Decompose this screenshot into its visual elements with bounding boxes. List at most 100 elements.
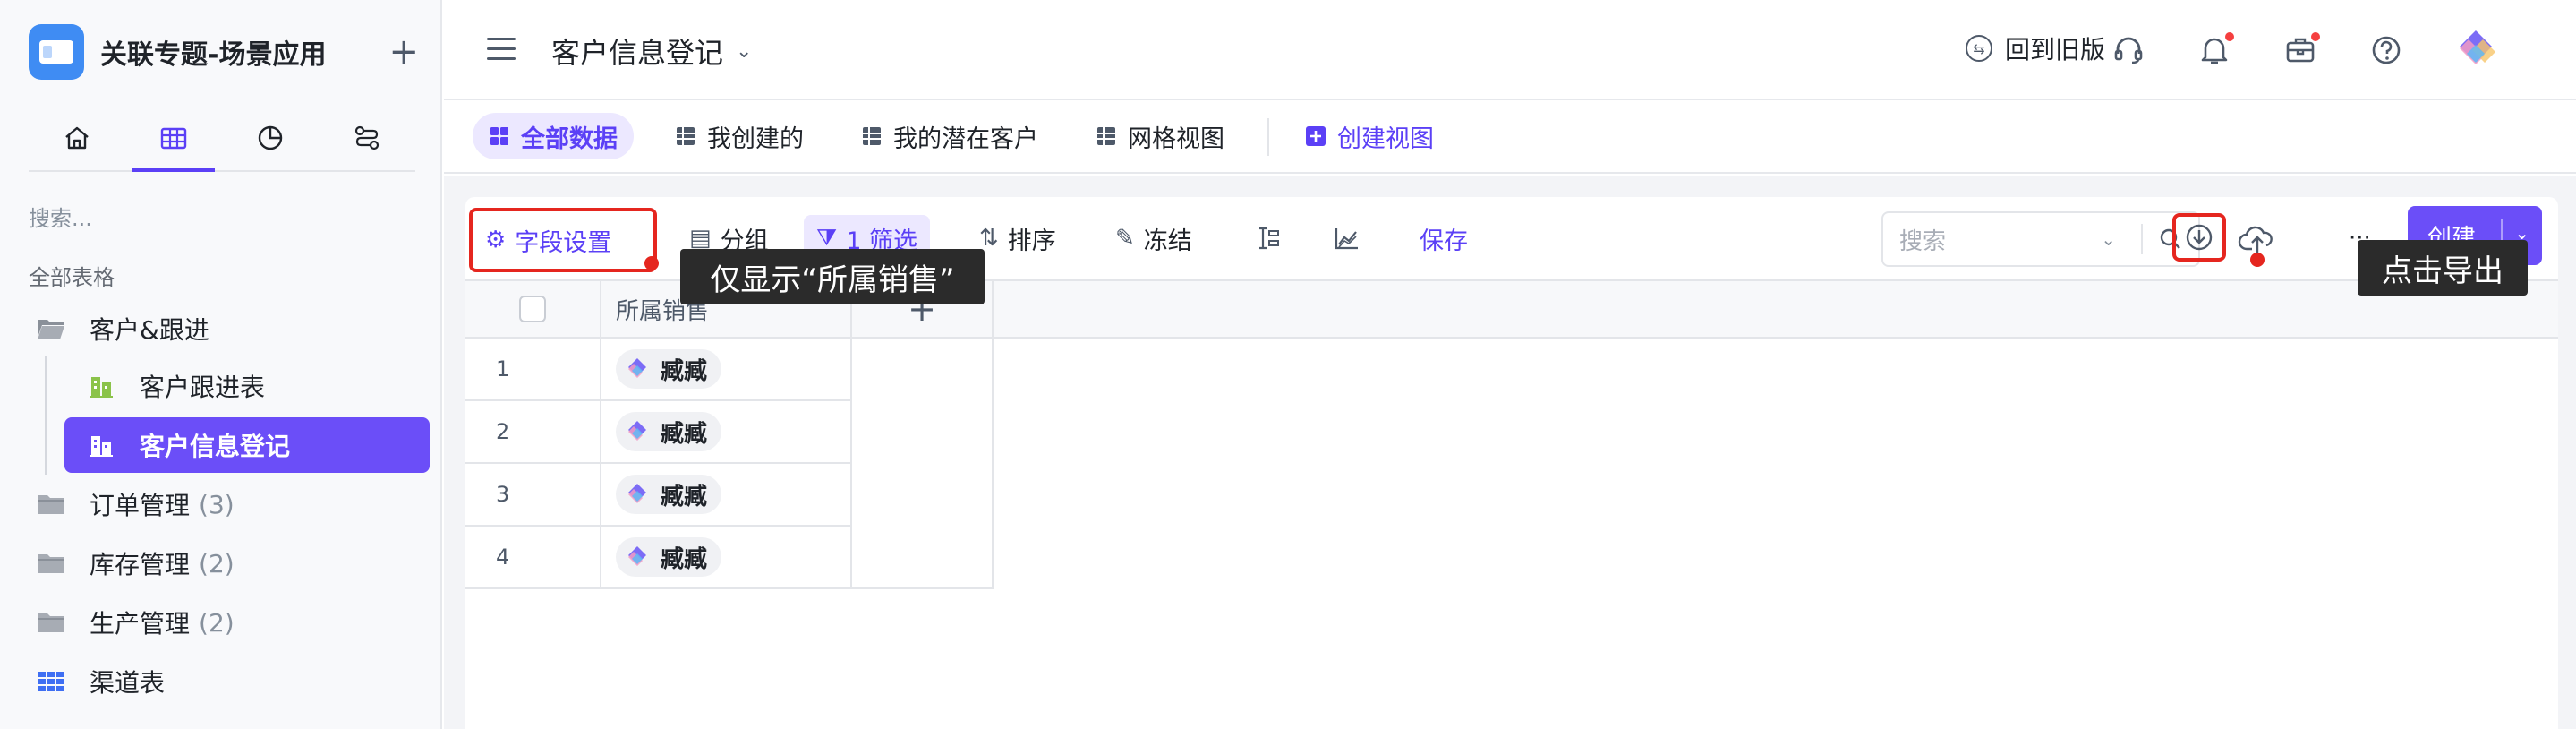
sidebar-item-label: 订单管理 — [90, 491, 191, 520]
tab-label: 全部数据 — [521, 124, 618, 153]
table-cell[interactable]: 臧臧 — [601, 401, 852, 464]
user-avatar-icon — [628, 546, 646, 566]
grid-table-icon — [36, 669, 66, 694]
annotation-dot — [2250, 253, 2265, 267]
tab-home[interactable] — [29, 106, 125, 170]
top-bar: 客户信息登记 ⌄ ⇆ 回到旧版 — [444, 0, 2576, 100]
notification-dot — [2311, 32, 2320, 41]
table-row[interactable]: 4 — [465, 527, 601, 589]
table-row[interactable]: 3 — [465, 464, 601, 527]
empty-add-column-area — [852, 339, 994, 589]
tab-my-created[interactable]: 我创建的 — [659, 113, 820, 159]
switch-icon: ⇆ — [1966, 35, 1992, 62]
row-number: 1 — [496, 356, 510, 382]
sidebar-item-customer-followup-folder[interactable]: 客户&跟进 — [36, 301, 209, 356]
chart-button[interactable] — [1321, 215, 1373, 262]
user-chip[interactable]: 臧臧 — [616, 412, 722, 451]
field-settings-label: 字段设置 — [515, 228, 612, 257]
create-view-label: 创建视图 — [1337, 124, 1434, 153]
back-to-old-version-button[interactable]: ⇆ 回到旧版 — [1966, 30, 2105, 66]
select-all-cell — [465, 279, 601, 339]
folder-open-icon — [36, 316, 66, 341]
sidebar-search-input[interactable]: 搜索... — [29, 201, 92, 232]
sidebar-item-label: 客户跟进表 — [140, 373, 266, 402]
sidebar: 关联专题-场景应用 + 搜索... 全部表格 客户&跟进 客户跟进表 客户信息登… — [0, 0, 442, 729]
page-title: 客户信息登记 — [551, 36, 724, 70]
sidebar-item-label: 渠道表 — [90, 668, 166, 698]
tab-my-potential-customers[interactable]: 我的潜在客户 — [845, 113, 1054, 159]
field-settings-button[interactable]: ⚙ 字段设置 — [469, 208, 657, 272]
tab-tables[interactable] — [125, 106, 222, 172]
view-tabs: 全部数据 我创建的 我的潜在客户 网格视图 创建视图 — [444, 100, 2576, 174]
tab-all-data[interactable]: 全部数据 — [473, 113, 634, 159]
user-name: 臧臧 — [661, 420, 708, 448]
freeze-button[interactable]: ✎ 冻结 — [1103, 215, 1205, 262]
export-button[interactable] — [2172, 213, 2226, 262]
page-title-dropdown[interactable]: 客户信息登记 ⌄ — [551, 30, 752, 72]
sidebar-item-label: 客户信息登记 — [140, 432, 291, 461]
workflow-icon — [354, 125, 380, 150]
table-row[interactable]: 1 — [465, 339, 601, 401]
folder-icon — [36, 610, 66, 635]
area-chart-icon — [1335, 228, 1358, 250]
app-title: 关联专题-场景应用 — [100, 39, 327, 71]
tab-workflow[interactable] — [319, 106, 415, 170]
sidebar-item-production[interactable]: 生产管理 (2) — [36, 595, 235, 650]
grid-view-icon — [490, 127, 508, 145]
filter-icon: ⧩ — [816, 224, 838, 252]
sidebar-item-label: 客户&跟进 — [90, 315, 209, 345]
user-chip[interactable]: 臧臧 — [616, 537, 722, 577]
table-cell[interactable]: 臧臧 — [601, 339, 852, 401]
sidebar-item-label: 生产管理 — [90, 609, 191, 639]
save-button[interactable]: 保存 — [1407, 215, 1480, 262]
tab-label: 我的潜在客户 — [893, 124, 1038, 153]
search-placeholder: 搜索 — [1899, 227, 1947, 255]
row-height-button[interactable] — [1242, 215, 1294, 262]
divider — [1267, 118, 1269, 156]
pie-chart-icon — [258, 125, 283, 150]
sidebar-item-customer-info[interactable]: 客户信息登记 — [64, 417, 430, 473]
table-cell[interactable]: 臧臧 — [601, 464, 852, 527]
tooltip-text: 仅显示“所属销售” — [710, 262, 955, 298]
item-count: (2) — [199, 548, 235, 579]
sidebar-item-channels[interactable]: 渠道表 — [36, 654, 165, 709]
tab-grid-view[interactable]: 网格视图 — [1079, 113, 1241, 159]
sidebar-item-label: 库存管理 — [90, 550, 191, 579]
folder-icon — [36, 492, 66, 517]
user-chip[interactable]: 臧臧 — [616, 475, 722, 514]
field-settings-tooltip: 仅显示“所属销售” — [680, 249, 985, 304]
folder-icon — [36, 551, 66, 576]
sidebar-item-followup-table[interactable]: 客户跟进表 — [86, 358, 265, 414]
user-chip[interactable]: 臧臧 — [616, 349, 722, 389]
download-icon — [2186, 224, 2213, 251]
tab-dashboard[interactable] — [222, 106, 319, 170]
save-label: 保存 — [1420, 227, 1468, 255]
building-icon — [86, 433, 116, 458]
row-number: 4 — [496, 545, 510, 570]
user-avatar-icon[interactable] — [2452, 27, 2499, 73]
tooltip-text: 点击导出 — [2382, 253, 2503, 289]
select-all-checkbox[interactable] — [519, 296, 546, 322]
table-icon — [160, 127, 187, 150]
menu-icon[interactable] — [487, 38, 516, 61]
user-avatar-icon — [628, 421, 646, 441]
section-title: 全部表格 — [29, 265, 115, 290]
user-avatar-icon — [628, 484, 646, 503]
help-icon[interactable] — [2368, 32, 2404, 68]
tab-label: 网格视图 — [1128, 124, 1224, 153]
table-view-icon — [1097, 127, 1115, 145]
tab-label: 我创建的 — [707, 124, 804, 153]
sidebar-item-inventory[interactable]: 库存管理 (2) — [36, 536, 235, 591]
notification-dot — [2225, 32, 2234, 41]
table-row[interactable]: 2 — [465, 401, 601, 464]
item-count: (2) — [199, 607, 235, 638]
chevron-down-icon[interactable]: ⌄ — [2101, 228, 2116, 250]
create-view-button[interactable]: 创建视图 — [1289, 113, 1450, 159]
add-icon[interactable]: + — [388, 34, 419, 70]
sidebar-item-orders[interactable]: 订单管理 (3) — [36, 476, 235, 532]
group-icon: ▤ — [689, 225, 712, 252]
table-cell[interactable]: 臧臧 — [601, 527, 852, 589]
table-search-input[interactable]: 搜索 ⌄ — [1881, 211, 2200, 267]
headset-icon[interactable] — [2111, 32, 2146, 68]
user-name: 臧臧 — [661, 483, 708, 510]
